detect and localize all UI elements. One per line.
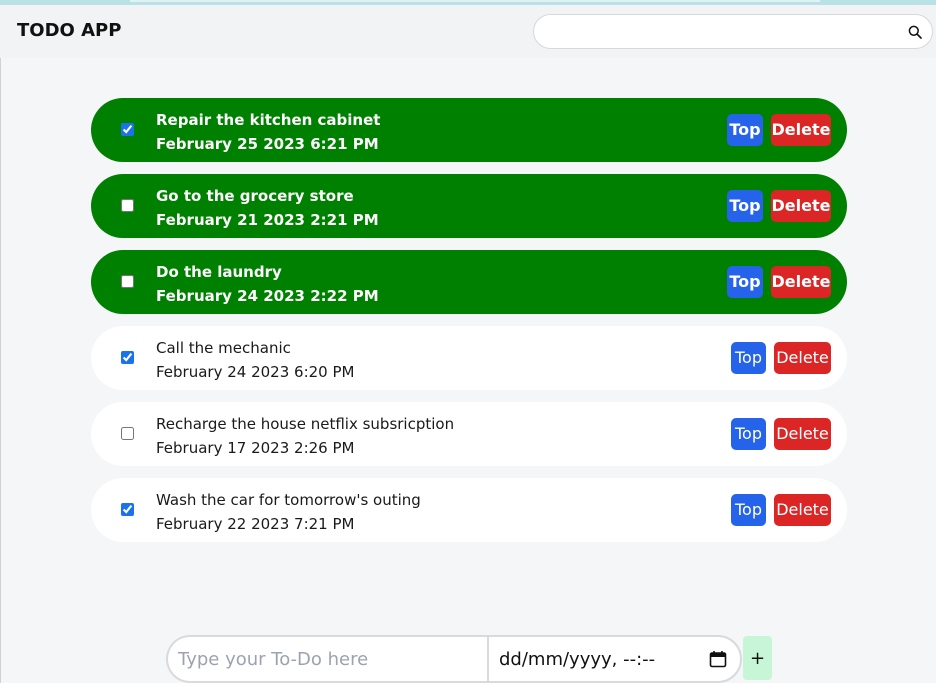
todo-text: Recharge the house netflix subsricption … xyxy=(156,412,454,460)
todo-title: Call the mechanic xyxy=(156,339,291,357)
todo-checkbox[interactable] xyxy=(121,351,134,364)
todo-title: Repair the kitchen cabinet xyxy=(156,111,381,129)
todo-checkbox[interactable] xyxy=(121,427,134,440)
todo-date: February 22 2023 7:21 PM xyxy=(156,515,355,533)
add-todo-button[interactable]: + xyxy=(743,636,772,680)
todo-text: Wash the car for tomorrow's outing Febru… xyxy=(156,488,421,536)
todo-date: February 21 2023 2:21 PM xyxy=(156,211,379,229)
delete-button[interactable]: Delete xyxy=(771,266,831,298)
todo-item: Wash the car for tomorrow's outing Febru… xyxy=(91,478,847,542)
todo-text: Do the laundry February 24 2023 2:22 PM xyxy=(156,260,379,308)
todo-checkbox[interactable] xyxy=(121,275,134,288)
calendar-icon[interactable] xyxy=(709,650,727,668)
move-to-top-button[interactable]: Top xyxy=(727,266,763,298)
move-to-top-button[interactable]: Top xyxy=(727,190,763,222)
todo-item: Go to the grocery store February 21 2023… xyxy=(91,174,847,238)
datetime-field[interactable]: dd/mm/yyyy, --:-- xyxy=(487,635,742,683)
todo-item: Recharge the house netflix subsricption … xyxy=(91,402,847,466)
search-box[interactable] xyxy=(533,14,933,49)
move-to-top-button[interactable]: Top xyxy=(731,342,766,374)
todo-text: Repair the kitchen cabinet February 25 2… xyxy=(156,108,380,156)
left-edge xyxy=(0,58,1,683)
todo-item: Do the laundry February 24 2023 2:22 PM … xyxy=(91,250,847,314)
todo-text: Call the mechanic February 24 2023 6:20 … xyxy=(156,336,354,384)
move-to-top-button[interactable]: Top xyxy=(731,418,766,450)
move-to-top-button[interactable]: Top xyxy=(727,114,763,146)
delete-button[interactable]: Delete xyxy=(774,418,831,450)
search-input[interactable] xyxy=(548,21,898,43)
browser-top-strip-inner xyxy=(130,0,820,2)
delete-button[interactable]: Delete xyxy=(771,190,831,222)
header: TODO APP xyxy=(0,5,936,58)
todo-checkbox[interactable] xyxy=(121,199,134,212)
todo-checkbox[interactable] xyxy=(121,503,134,516)
todo-item: Repair the kitchen cabinet February 25 2… xyxy=(91,98,847,162)
todo-date: February 17 2023 2:26 PM xyxy=(156,439,355,457)
datetime-placeholder: dd/mm/yyyy, --:-- xyxy=(499,649,656,670)
todo-title: Go to the grocery store xyxy=(156,187,354,205)
todo-title: Do the laundry xyxy=(156,263,282,281)
todo-date: February 24 2023 2:22 PM xyxy=(156,287,379,305)
move-to-top-button[interactable]: Top xyxy=(731,494,766,526)
todo-date: February 25 2023 6:21 PM xyxy=(156,135,379,153)
search-icon[interactable] xyxy=(908,25,922,39)
app-title: TODO APP xyxy=(17,20,122,41)
delete-button[interactable]: Delete xyxy=(771,114,831,146)
todo-text: Go to the grocery store February 21 2023… xyxy=(156,184,379,232)
delete-button[interactable]: Delete xyxy=(774,342,831,374)
todo-title: Wash the car for tomorrow's outing xyxy=(156,491,421,509)
todo-item: Call the mechanic February 24 2023 6:20 … xyxy=(91,326,847,390)
todo-title: Recharge the house netflix subsricption xyxy=(156,415,455,433)
todo-list: Repair the kitchen cabinet February 25 2… xyxy=(91,98,847,554)
todo-date: February 24 2023 6:20 PM xyxy=(156,363,355,381)
todo-checkbox[interactable] xyxy=(121,123,134,136)
todo-input[interactable] xyxy=(166,635,487,683)
delete-button[interactable]: Delete xyxy=(774,494,831,526)
